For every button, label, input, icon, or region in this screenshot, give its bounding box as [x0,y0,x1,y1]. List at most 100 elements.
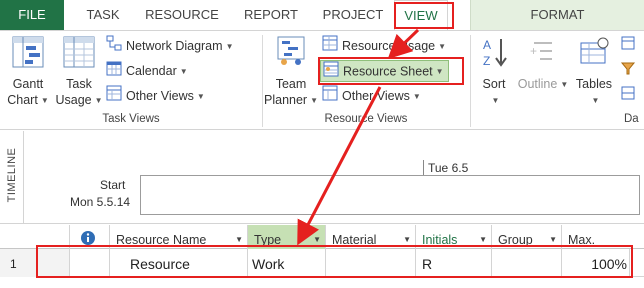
header-type[interactable]: Type ▼ [248,225,326,249]
row-id[interactable]: 1 [0,249,70,277]
chevron-down-icon: ▼ [225,41,234,51]
team-planner-button[interactable]: Team Planner ▼ [264,35,318,109]
grid-header: Resource Name ▼ Type ▼ Material ▼ Initia… [0,225,644,249]
header-initials[interactable]: Initials ▼ [416,225,492,249]
task-other-views-button[interactable]: Other Views ▼ [106,85,205,107]
timeline-tick-date: Tue 6.5 [428,161,469,175]
resource-sheet-label: Resource Sheet [343,64,433,79]
chevron-down-icon: ▼ [40,95,49,105]
chevron-down-icon: ▼ [591,95,600,105]
group-divider [262,35,263,127]
header-max[interactable]: Max. [562,225,644,249]
resource-other-views-label: Other Views [342,89,410,103]
resource-sheet-grid: Resource Name ▼ Type ▼ Material ▼ Initia… [0,225,644,288]
tab-project[interactable]: PROJECT [316,0,390,30]
resource-usage-button[interactable]: Resource Usage ▼ [322,35,446,57]
ribbon-view: Gantt Chart ▼ Task Usage ▼ Network Diagr… [0,30,644,130]
gantt-chart-label-2: Chart [7,93,38,107]
cell-resource-name[interactable]: Resource [110,249,248,277]
cell-group[interactable] [492,249,562,277]
group-by-button[interactable] [620,85,640,107]
header-material[interactable]: Material ▼ [326,225,416,249]
outline-label: Outline [517,77,558,91]
resource-sheet-icon [323,61,339,83]
gantt-chart-button[interactable]: Gantt Chart ▼ [4,35,52,109]
network-diagram-label: Network Diagram [126,39,223,53]
task-usage-button[interactable]: Task Usage ▼ [54,35,104,109]
tables-label: Tables [575,77,613,91]
info-icon [80,231,96,249]
cell-max[interactable]: 100% [562,249,630,277]
highlight-icon [620,35,636,58]
calendar-icon [106,60,122,83]
header-material-label: Material [332,233,377,247]
tab-view[interactable]: VIEW [394,0,448,31]
highlight-button[interactable] [620,35,640,57]
header-row-id[interactable] [0,225,70,249]
outline-button[interactable]: + Outline ▼ [516,35,570,93]
chevron-down-icon: ▼ [179,66,188,76]
tables-button[interactable]: Tables ▼ [572,35,616,109]
chevron-down-icon: ▼ [403,235,411,244]
data-group-label: Da [624,113,639,125]
group-divider [470,35,471,127]
gantt-chart-icon [4,35,52,73]
other-views-icon [106,85,122,108]
sort-label: Sort [482,77,506,91]
timeline-bar[interactable] [140,175,640,215]
cell-initials[interactable]: R [416,249,492,277]
header-max-label: Max. [568,233,596,247]
tab-task[interactable]: TASK [70,0,136,30]
chevron-down-icon: ▼ [560,79,569,89]
chevron-down-icon: ▼ [94,95,103,105]
sort-icon: A Z [474,35,514,73]
header-resource-name[interactable]: Resource Name ▼ [110,225,248,249]
resource-usage-label: Resource Usage [342,39,436,53]
cell-type[interactable]: Work [248,249,326,277]
team-planner-label-1: Team [275,77,307,91]
chevron-down-icon: ▼ [235,235,243,244]
chevron-down-icon: ▼ [479,235,487,244]
task-views-group-label: Task Views [102,113,160,125]
table-row[interactable]: 1 Resource Work R 100% [0,249,644,277]
tab-file[interactable]: FILE [0,0,64,30]
timeline-label: TIMELINE [6,147,18,203]
group-by-icon [620,85,636,108]
tab-resource[interactable]: RESOURCE [140,0,224,30]
calendar-button[interactable]: Calendar ▼ [106,60,188,82]
task-usage-label-2: Usage [55,93,92,107]
header-group-label: Group [498,233,533,247]
tab-format[interactable]: FORMAT [470,0,644,30]
cell-material[interactable] [326,249,416,277]
network-diagram-button[interactable]: Network Diagram ▼ [106,35,233,57]
chevron-down-icon: ▼ [412,91,421,101]
resource-views-group-label: Resource Views [324,113,408,125]
filter-button[interactable] [620,60,640,82]
timeline-tick [423,160,424,175]
resource-sheet-button[interactable]: Resource Sheet ▼ [320,60,449,82]
tab-report[interactable]: REPORT [234,0,308,30]
chevron-down-icon: ▼ [310,95,319,105]
timeline-pane: TIMELINE Start Mon 5.5.14 Tue 6.5 [0,131,644,224]
team-planner-icon [264,35,318,73]
gantt-chart-label-1: Gantt [12,77,44,91]
header-resource-name-label: Resource Name [116,233,207,247]
row-indicators[interactable] [70,249,110,277]
chevron-down-icon: ▼ [549,235,557,244]
svg-text:+: + [530,44,537,58]
calendar-label: Calendar [126,64,177,78]
network-diagram-icon [106,35,122,58]
task-usage-icon [54,35,104,73]
header-group[interactable]: Group ▼ [492,225,562,249]
filter-icon [620,60,636,83]
svg-text:A: A [483,38,491,52]
resource-usage-icon [322,35,338,58]
svg-text:Z: Z [483,54,490,68]
outline-icon: + [516,35,570,73]
sort-button[interactable]: A Z Sort ▼ [474,35,514,109]
timeline-start-label: Start [100,178,126,192]
resource-other-views-button[interactable]: Other Views ▼ [322,85,421,107]
header-initials-label: Initials [422,233,458,247]
header-indicators[interactable] [70,225,110,249]
chevron-down-icon: ▼ [313,235,321,244]
